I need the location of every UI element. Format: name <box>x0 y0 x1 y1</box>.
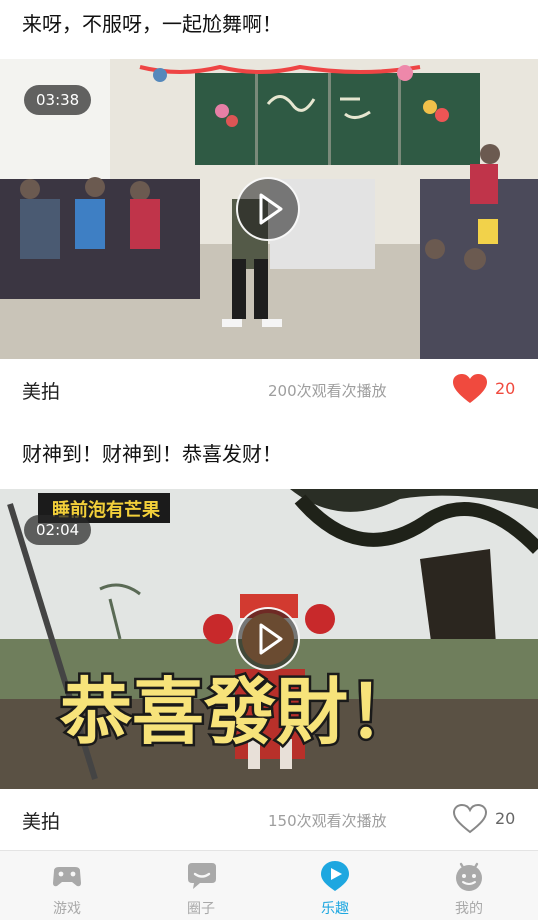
chat-bubble-icon <box>188 863 216 889</box>
tab-fun[interactable]: 乐趣 <box>268 851 402 921</box>
video-source: 美拍 <box>22 811 61 833</box>
video-duration: 03:38 <box>24 85 92 115</box>
heart-filled-icon[interactable] <box>452 373 488 405</box>
android-face-icon <box>456 862 482 891</box>
post-meta-row: 美拍 200次观看次播放 20 <box>0 359 538 419</box>
fortune-banner-text: 恭喜發財！ <box>59 669 420 754</box>
tab-label: 圈子 <box>187 901 215 917</box>
view-count: 200次观看次播放 <box>268 382 387 400</box>
video-source: 美拍 <box>22 381 61 403</box>
play-button[interactable] <box>236 607 300 671</box>
heart-outline-icon[interactable] <box>452 803 488 835</box>
video-feed[interactable]: 来呀，不服呀，一起尬舞啊！ 03:38 美拍 200次观看次播放 20 财神到！… <box>0 0 538 850</box>
play-location-icon <box>321 861 349 891</box>
tab-games[interactable]: 游戏 <box>0 851 134 921</box>
play-icon <box>259 193 283 225</box>
tab-circle[interactable]: 圈子 <box>134 851 268 921</box>
tab-label: 游戏 <box>53 901 81 917</box>
video-thumbnail[interactable]: 03:38 <box>0 59 538 359</box>
bottom-tab-bar: 游戏 圈子 乐趣 我的 <box>0 850 538 920</box>
play-button[interactable] <box>236 177 300 241</box>
play-icon <box>259 623 283 655</box>
tab-label: 我的 <box>455 901 483 917</box>
post-title: 财神到！财神到！恭喜发财！ <box>22 442 282 466</box>
video-thumbnail[interactable]: 睡前泡有芒果 恭喜發財！ 02:04 <box>0 489 538 789</box>
post-meta-row: 美拍 150次观看次播放 20 <box>0 789 538 849</box>
post-title: 来呀，不服呀，一起尬舞啊！ <box>22 12 282 36</box>
gamepad-icon <box>53 867 81 887</box>
tab-mine[interactable]: 我的 <box>402 851 536 921</box>
tab-label: 乐趣 <box>321 901 349 917</box>
view-count: 150次观看次播放 <box>268 812 387 830</box>
video-duration: 02:04 <box>24 515 92 545</box>
like-count: 20 <box>495 379 516 398</box>
like-count: 20 <box>495 809 516 828</box>
